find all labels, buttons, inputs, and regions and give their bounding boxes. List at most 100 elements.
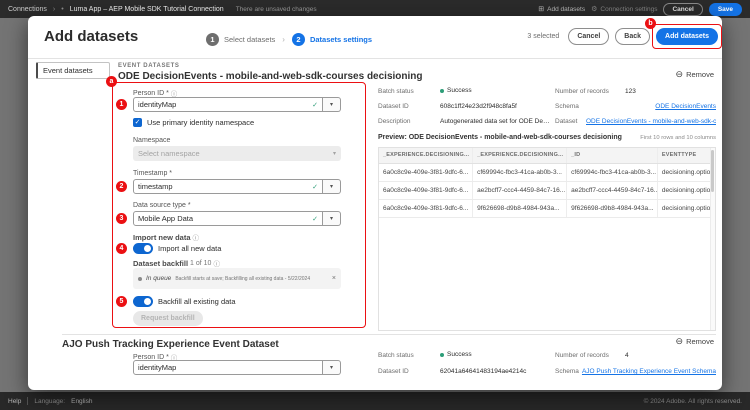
- dataset-label: Dataset: [555, 118, 577, 125]
- table-cell: 6a0c8c9e-409e-3f81-9dfc-6...: [379, 182, 473, 199]
- annotation-number-2: 2: [116, 181, 127, 192]
- data-source-type-dropdown-button[interactable]: ▾: [323, 211, 341, 226]
- modal-cancel-button[interactable]: Cancel: [568, 28, 609, 45]
- import-toggle-row: Import all new data: [133, 243, 221, 254]
- valid-check-icon: ✓: [312, 215, 318, 223]
- dataset-link[interactable]: ODE DecisionEvents - mobile-and-web-sdk-…: [586, 118, 716, 125]
- breadcrumb-connections[interactable]: Connections: [8, 6, 47, 13]
- import-all-new-data-toggle[interactable]: [133, 243, 153, 254]
- modal-back-button[interactable]: Back: [615, 28, 650, 45]
- person-id-dropdown-button-2[interactable]: ▾: [323, 360, 341, 375]
- gear-icon: ⚙: [591, 5, 597, 13]
- column-header: _EXPERIENCE.DECISIONING...: [379, 148, 473, 163]
- table-scrollbar[interactable]: [710, 148, 715, 330]
- remove-label: Remove: [686, 70, 714, 79]
- data-source-type-input[interactable]: Mobile App Data ✓: [133, 211, 323, 226]
- primary-namespace-label: Use primary identity namespace: [147, 118, 254, 127]
- person-id-dropdown-button[interactable]: ▾: [323, 97, 341, 112]
- remove-icon: ⊖: [676, 70, 684, 79]
- header-divider: [28, 58, 722, 59]
- backfill-all-existing-toggle[interactable]: [133, 296, 153, 307]
- table-cell: ae2bcff7-ccc4-4459-84c7-16...: [473, 182, 567, 199]
- person-id-input[interactable]: identityMap ✓: [133, 97, 323, 112]
- topbar-add-datasets-action[interactable]: ⊞ Add datasets: [538, 5, 585, 13]
- dataset1-remove-button[interactable]: ⊖ Remove: [676, 70, 714, 79]
- table-cell: ae2bcff7-ccc4-4459-84c7-16...: [567, 182, 658, 199]
- annotation-number-3: 3: [116, 213, 127, 224]
- stepper: 1 Select datasets › 2 Datasets settings: [206, 32, 372, 46]
- description-label: Description: [378, 118, 411, 125]
- help-link[interactable]: Help: [8, 398, 21, 405]
- table-row: 6a0c8c9e-409e-3f81-9dfc-6... ae2bcff7-cc…: [379, 182, 715, 200]
- batch-status-label: Batch status: [378, 88, 414, 95]
- topbar-cancel-button[interactable]: Cancel: [663, 3, 702, 16]
- step-1-circle[interactable]: 1: [206, 33, 219, 46]
- primary-namespace-checkbox[interactable]: ✓: [133, 118, 142, 127]
- success-dot: [440, 89, 444, 93]
- primary-namespace-row: ✓ Use primary identity namespace: [133, 118, 254, 127]
- annotation-number-1: 1: [116, 99, 127, 110]
- scrollbar-thumb[interactable]: [711, 150, 714, 192]
- close-icon[interactable]: ×: [332, 275, 336, 282]
- table-cell: 6a0c8c9e-409e-3f81-9dfc-6...: [379, 200, 473, 217]
- remove-icon: ⊖: [676, 337, 684, 346]
- backfill-toggle-label: Backfill all existing data: [158, 297, 236, 306]
- connection-settings-action[interactable]: ⚙ Connection settings: [591, 5, 657, 13]
- annotation-badge-b: b: [645, 18, 656, 29]
- chevron-down-icon: ▾: [330, 215, 333, 222]
- dataset2-title: AJO Push Tracking Experience Event Datas…: [62, 339, 279, 350]
- connection-title: Luma App – AEP Mobile SDK Tutorial Conne…: [70, 6, 224, 13]
- copyright-text: © 2024 Adobe. All rights reserved.: [644, 398, 742, 405]
- topbar-save-button[interactable]: Save: [709, 3, 742, 16]
- chevron-down-icon: ▾: [330, 183, 333, 190]
- language-value[interactable]: English: [71, 398, 92, 405]
- unsaved-changes-text: There are unsaved changes: [236, 6, 317, 13]
- backfill-status-box: In queue Backfill starts at save; Backfi…: [133, 268, 341, 289]
- dataset2-remove-button[interactable]: ⊖ Remove: [676, 337, 714, 346]
- schema-link-2[interactable]: AJO Push Tracking Experience Event Schem…: [582, 368, 716, 375]
- batch-status-label-2: Batch status: [378, 352, 414, 359]
- timestamp-input[interactable]: timestamp ✓: [133, 179, 323, 194]
- table-cell: 9f626698-d9b8-4984-943a...: [473, 200, 567, 217]
- selected-count: 3 selected: [527, 33, 559, 40]
- table-cell: decisioning.optio...: [658, 164, 715, 181]
- section-eyebrow: EVENT DATASETS: [118, 63, 180, 69]
- sidebar-item-event-datasets[interactable]: Event datasets: [36, 62, 110, 79]
- description-value: Autogenerated data set for ODE DecisionE…: [440, 118, 552, 125]
- table-cell: decisioning.optio...: [658, 200, 715, 217]
- step-2-label: Datasets settings: [310, 35, 372, 44]
- person-id-input-2[interactable]: identityMap: [133, 360, 323, 375]
- backfill-toggle-row: Backfill all existing data: [133, 296, 236, 307]
- modal-title: Add datasets: [44, 28, 138, 45]
- add-datasets-icon: ⊞: [538, 5, 544, 13]
- modal-add-datasets-button[interactable]: Add datasets: [656, 28, 718, 45]
- schema-link[interactable]: ODE DecisionEvents: [655, 103, 716, 110]
- data-source-type-label: Data source type *: [133, 202, 191, 209]
- person-id-combobox-2: identityMap ▾: [133, 360, 341, 375]
- step-2-circle[interactable]: 2: [292, 33, 305, 46]
- dataset-id-label-2: Dataset ID: [378, 368, 409, 375]
- namespace-label: Namespace: [133, 137, 170, 144]
- namespace-select[interactable]: Select namespace ▾: [133, 146, 341, 161]
- table-cell: cf69994c-fbc3-41ca-ab0b-3...: [473, 164, 567, 181]
- table-cell: 9f626698-d9b8-4984-943a...: [567, 200, 658, 217]
- step-1-label: Select datasets: [224, 35, 275, 44]
- chevron-down-icon: ▾: [330, 364, 333, 371]
- modal-header-actions: 3 selected Cancel Back b Add datasets: [527, 28, 718, 45]
- preview-title: Preview: ODE DecisionEvents - mobile-and…: [378, 134, 622, 141]
- valid-check-icon: ✓: [312, 183, 318, 191]
- remove-label: Remove: [686, 337, 714, 346]
- timestamp-dropdown-button[interactable]: ▾: [323, 179, 341, 194]
- table-cell: decisioning.optio...: [658, 182, 715, 199]
- language-label: Language:: [34, 398, 65, 405]
- timestamp-label: Timestamp *: [133, 170, 172, 177]
- namespace-placeholder: Select namespace: [138, 149, 200, 158]
- table-header-row: _EXPERIENCE.DECISIONING... _EXPERIENCE.D…: [379, 148, 715, 164]
- info-icon[interactable]: ⓘ: [193, 232, 200, 242]
- footer-divider: [27, 397, 28, 405]
- bullet-icon: •: [61, 6, 63, 13]
- batch-status-value-2: Success: [440, 351, 472, 358]
- schema-label-2: Schema: [555, 368, 579, 375]
- request-backfill-button[interactable]: Request backfill: [133, 311, 203, 326]
- info-icon[interactable]: ⓘ: [213, 258, 220, 268]
